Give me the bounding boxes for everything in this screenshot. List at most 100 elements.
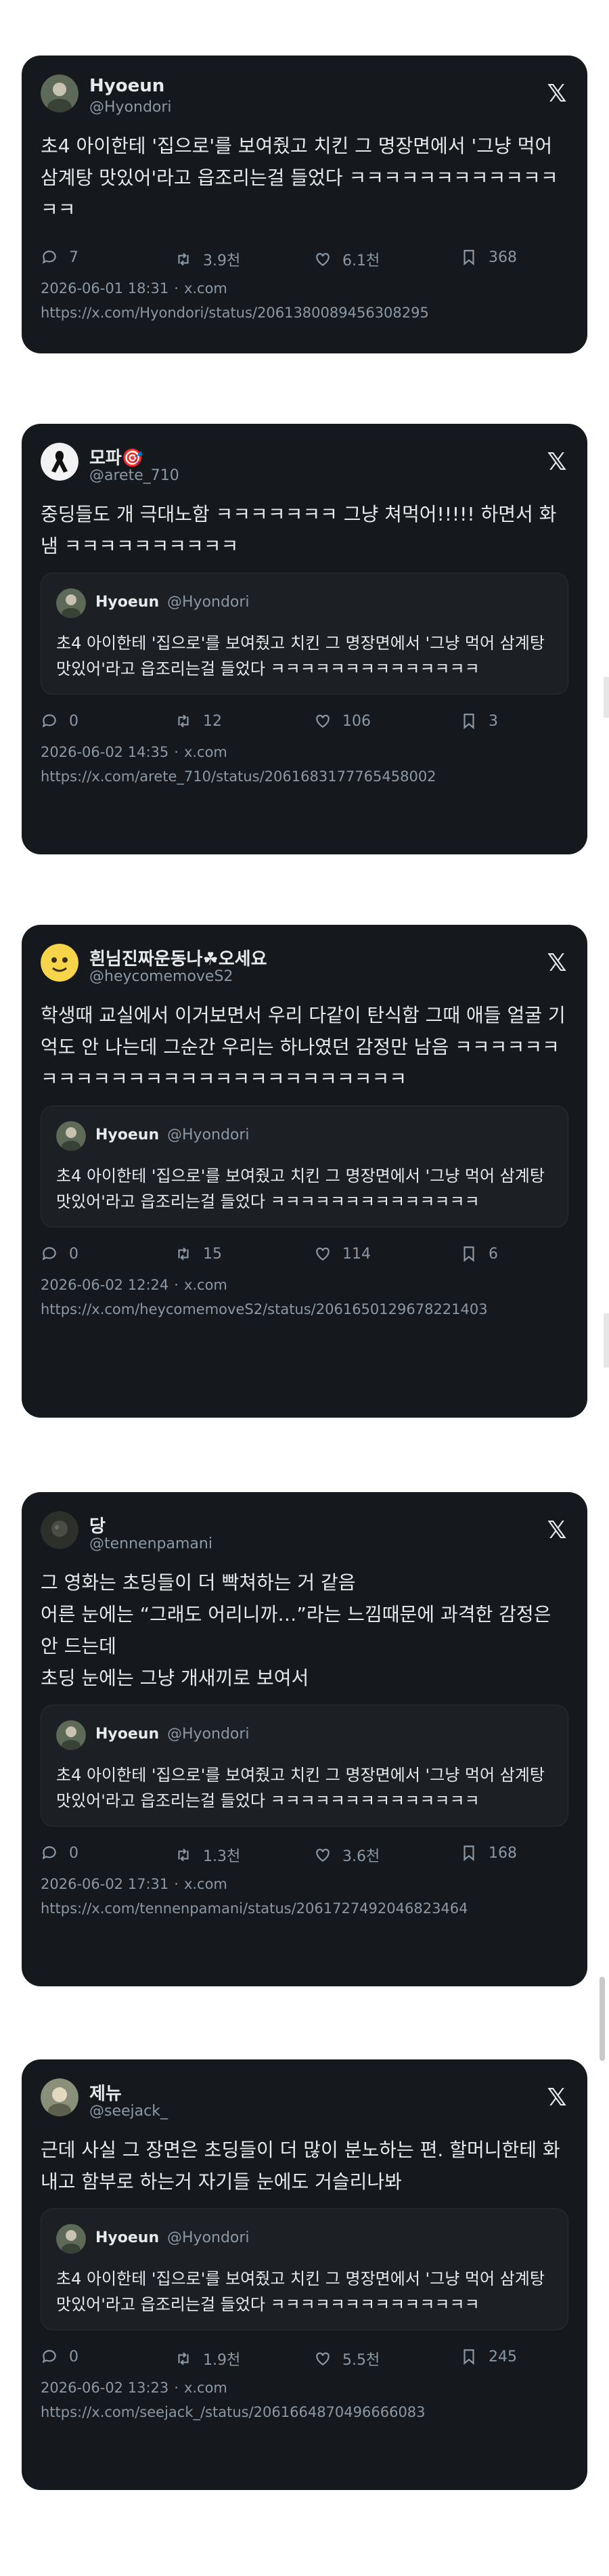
quoted-author-name: Hyoeun	[95, 1127, 160, 1143]
bookmark-button[interactable]: 6	[460, 1245, 498, 1263]
bookmark-icon	[464, 714, 474, 730]
author-handle[interactable]: @arete_710	[89, 467, 179, 484]
author-handle[interactable]: @tennenpamani	[89, 1535, 212, 1552]
reply-count: 0	[69, 712, 78, 730]
reply-icon	[42, 1846, 56, 1860]
post-source[interactable]: x.com	[184, 1876, 227, 1892]
x-logo-icon[interactable]: 𝕏	[545, 1519, 568, 1543]
post-url[interactable]: https://x.com/arete_710/status/206168317…	[41, 766, 568, 787]
reply-button[interactable]: 0	[41, 712, 78, 730]
repost-button[interactable]: 1.9천	[175, 2348, 240, 2370]
post-datetime: 2026-06-02 14:35	[41, 744, 169, 760]
page-edge-shadow	[604, 1313, 609, 1368]
avatar[interactable]	[41, 2078, 78, 2116]
author-name[interactable]: 흰님진짜운동나☘오세요	[89, 945, 267, 970]
reply-count: 0	[69, 1245, 78, 1263]
post-url[interactable]: https://x.com/seejack_/status/2061664870…	[41, 2402, 568, 2422]
like-button[interactable]: 114	[314, 1245, 371, 1263]
scrollbar-thumb[interactable]	[600, 1977, 605, 2061]
quoted-post[interactable]: Hyoeun @Hyondori 초4 아이한테 '집으로'를 보여줬고 치킨 …	[41, 1106, 568, 1227]
avatar[interactable]	[41, 1511, 78, 1549]
post-meta: 2026-06-01 18:31 · x.com	[41, 280, 227, 297]
post-card[interactable]: 당 @tennenpamani 𝕏 그 영화는 초딩들이 더 빡쳐하는 거 같음…	[22, 1492, 587, 1986]
post-stats: 0 15 114 6	[41, 1245, 568, 1275]
x-logo-icon[interactable]: 𝕏	[545, 450, 568, 475]
post-source[interactable]: x.com	[184, 1277, 227, 1293]
repost-count: 1.9천	[203, 2352, 241, 2369]
author-handle[interactable]: @Hyondori	[89, 99, 172, 116]
quoted-post[interactable]: Hyoeun @Hyondori 초4 아이한테 '집으로'를 보여줬고 치킨 …	[41, 573, 568, 695]
bookmark-icon	[464, 1846, 474, 1862]
post-url[interactable]: https://x.com/Hyondori/status/2061380089…	[41, 303, 568, 323]
bookmark-count: 6	[489, 1245, 498, 1263]
like-button[interactable]: 6.1천	[314, 248, 380, 270]
reply-count: 0	[69, 2348, 78, 2365]
author-name[interactable]: 모파🎯	[89, 444, 143, 469]
post-datetime: 2026-06-01 18:31	[41, 280, 169, 297]
post-card[interactable]: 제뉴 @seejack_ 𝕏 근데 사실 그 장면은 초딩들이 더 많이 분노하…	[22, 2059, 587, 2490]
repost-icon	[178, 2352, 189, 2365]
quoted-post[interactable]: Hyoeun @Hyondori 초4 아이한테 '집으로'를 보여줬고 치킨 …	[41, 2208, 568, 2330]
bookmark-count: 368	[489, 248, 517, 266]
post-meta: 2026-06-02 13:23 · x.com	[41, 2380, 227, 2396]
bookmark-icon	[464, 250, 474, 266]
repost-button[interactable]: 1.3천	[175, 1844, 240, 1866]
author-handle[interactable]: @seejack_	[89, 2103, 168, 2120]
like-count: 114	[342, 1245, 371, 1263]
reply-icon	[42, 714, 56, 728]
post-url[interactable]: https://x.com/tennenpamani/status/206172…	[41, 1898, 568, 1919]
repost-count: 1.3천	[203, 1848, 241, 1865]
reply-button[interactable]: 0	[41, 2348, 78, 2365]
post-header: 흰님진짜운동나☘오세요 @heycomemoveS2 𝕏	[41, 944, 568, 990]
post-source[interactable]: x.com	[184, 744, 227, 760]
post-source[interactable]: x.com	[184, 280, 227, 297]
post-card[interactable]: 모파🎯 @arete_710 𝕏 중딩들도 개 극대노함 ㅋㅋㅋㅋㅋㅋㅋ 그냥 …	[22, 424, 587, 854]
post-card[interactable]: Hyoeun @Hyondori 𝕏 초4 아이한테 '집으로'를 보여줬고 치…	[22, 56, 587, 353]
post-source[interactable]: x.com	[184, 2380, 227, 2396]
page-edge-shadow	[604, 677, 609, 718]
reply-button[interactable]: 7	[41, 248, 78, 266]
bookmark-button[interactable]: 168	[460, 1844, 517, 1862]
author-handle[interactable]: @heycomemoveS2	[89, 968, 233, 985]
like-icon	[316, 1848, 330, 1862]
quoted-author-name: Hyoeun	[95, 1726, 160, 1743]
like-count: 3.6천	[342, 1848, 380, 1865]
like-button[interactable]: 106	[314, 712, 371, 730]
post-meta: 2026-06-02 14:35 · x.com	[41, 744, 227, 760]
avatar[interactable]	[41, 443, 78, 481]
post-text: 그 영화는 초딩들이 더 빡쳐하는 거 같음 어른 눈에는 “그래도 어리니까……	[41, 1571, 551, 1689]
avatar[interactable]	[41, 944, 78, 982]
repost-button[interactable]: 12	[175, 712, 222, 730]
author-name[interactable]: Hyoeun	[89, 76, 164, 96]
reply-button[interactable]: 0	[41, 1844, 78, 1862]
quoted-header: Hyoeun @Hyondori	[56, 2224, 553, 2258]
like-button[interactable]: 3.6천	[314, 1844, 380, 1866]
bookmark-button[interactable]: 368	[460, 248, 517, 266]
post-text: 중딩들도 개 극대노함 ㅋㅋㅋㅋㅋㅋㅋ 그냥 쳐먹어!!!!! 하면서 화냄 ㅋ…	[41, 503, 557, 557]
avatar[interactable]	[41, 74, 78, 112]
post-header: 당 @tennenpamani 𝕏	[41, 1511, 568, 1557]
bookmark-button[interactable]: 245	[460, 2348, 517, 2365]
post-meta: 2026-06-02 17:31 · x.com	[41, 1876, 227, 1892]
quoted-post[interactable]: Hyoeun @Hyondori 초4 아이한테 '집으로'를 보여줬고 치킨 …	[41, 1705, 568, 1827]
post-text: 학생때 교실에서 이거보면서 우리 다같이 탄식함 그때 애들 얼굴 기억도 안…	[41, 1004, 566, 1090]
x-logo-icon[interactable]: 𝕏	[545, 2086, 568, 2110]
post-url[interactable]: https://x.com/heycomemoveS2/status/20616…	[41, 1299, 568, 1319]
quoted-author-handle: @Hyondori	[167, 594, 250, 611]
x-logo-icon[interactable]: 𝕏	[545, 951, 568, 976]
repost-button[interactable]: 3.9천	[175, 248, 240, 270]
post-text: 근데 사실 그 장면은 초딩들이 더 많이 분노하는 편. 할머니한테 화내고 …	[41, 2139, 560, 2193]
author-name[interactable]: 제뉴	[89, 2080, 122, 2105]
reply-icon	[42, 250, 56, 264]
repost-button[interactable]: 15	[175, 1245, 222, 1263]
bookmark-button[interactable]: 3	[460, 712, 498, 730]
x-logo-icon[interactable]: 𝕏	[545, 82, 568, 106]
like-button[interactable]: 5.5천	[314, 2348, 380, 2370]
reply-icon	[42, 2350, 56, 2363]
author-name[interactable]: 당	[89, 1512, 106, 1537]
reply-button[interactable]: 0	[41, 1245, 78, 1263]
post-card[interactable]: 흰님진짜운동나☘오세요 @heycomemoveS2 𝕏 학생때 교실에서 이거…	[22, 925, 587, 1418]
like-icon	[316, 1247, 330, 1261]
quoted-author-handle: @Hyondori	[167, 2229, 250, 2246]
like-icon	[316, 714, 330, 728]
